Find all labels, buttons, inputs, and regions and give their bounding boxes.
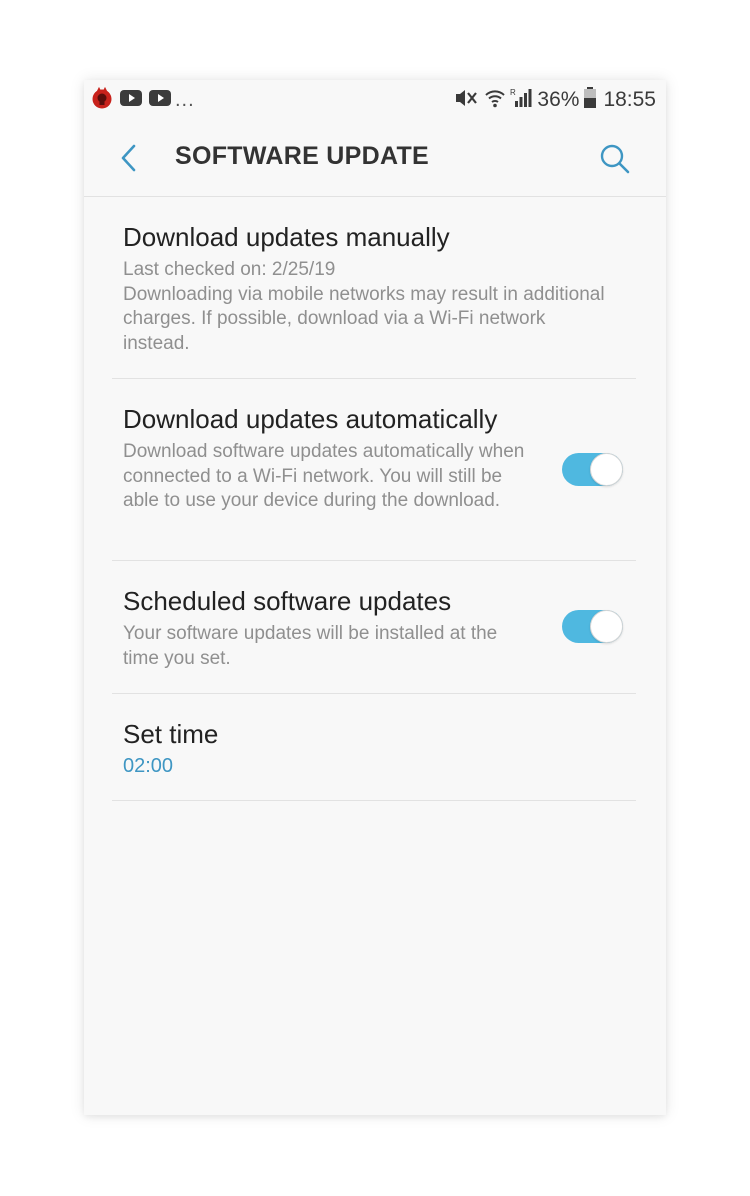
- youtube-icon: [120, 89, 142, 111]
- mobile-network-warning: Downloading via mobile networks may resu…: [123, 283, 605, 354]
- download-automatically-item[interactable]: Download updates automatically Download …: [112, 379, 636, 561]
- status-bar: ... R 36% 18:55: [84, 80, 666, 120]
- set-time-item[interactable]: Set time 02:00: [112, 694, 636, 801]
- battery-icon: [583, 86, 597, 114]
- set-time-value: 02:00: [123, 755, 174, 777]
- page-title: SOFTWARE UPDATE: [175, 142, 430, 170]
- download-manually-item[interactable]: Download updates manually Last checked o…: [112, 197, 636, 379]
- phone-screen: ... R 36% 18:55 SOFTWARE UPDATE Download…: [84, 80, 666, 1115]
- app-icon: [91, 86, 113, 114]
- back-arrow-icon: [121, 144, 136, 172]
- svg-text:R: R: [510, 88, 516, 97]
- wifi-icon: [484, 87, 506, 114]
- last-checked-text: Last checked on: 2/25/19: [123, 259, 336, 280]
- item-subtitle: Last checked on: 2/25/19 Downloading via…: [123, 258, 613, 356]
- item-subtitle: Your software updates will be installed …: [123, 623, 498, 669]
- more-notifications: ...: [175, 88, 195, 111]
- clock: 18:55: [603, 88, 656, 111]
- system-icons: R 36% 18:55: [454, 86, 656, 114]
- item-title: Download updates automatically: [123, 404, 498, 434]
- search-icon: [600, 144, 630, 174]
- auto-download-toggle[interactable]: [562, 453, 623, 486]
- item-subtitle: Download software updates automatically …: [123, 441, 525, 511]
- item-title: Download updates manually: [123, 222, 450, 252]
- mute-icon: [454, 87, 478, 114]
- scheduled-updates-toggle[interactable]: [562, 610, 623, 643]
- item-title: Set time: [123, 719, 219, 749]
- youtube-icon: [149, 89, 171, 111]
- notification-icons: ...: [91, 86, 195, 114]
- toggle-knob: [590, 453, 623, 486]
- battery-percent: 36%: [537, 88, 580, 111]
- item-title: Scheduled software updates: [123, 586, 452, 616]
- back-button[interactable]: [112, 140, 148, 176]
- scheduled-updates-item[interactable]: Scheduled software updates Your software…: [112, 561, 636, 694]
- app-bar: SOFTWARE UPDATE: [84, 120, 666, 197]
- toggle-knob: [590, 610, 623, 643]
- search-button[interactable]: [598, 142, 632, 176]
- signal-icon: R: [510, 87, 532, 114]
